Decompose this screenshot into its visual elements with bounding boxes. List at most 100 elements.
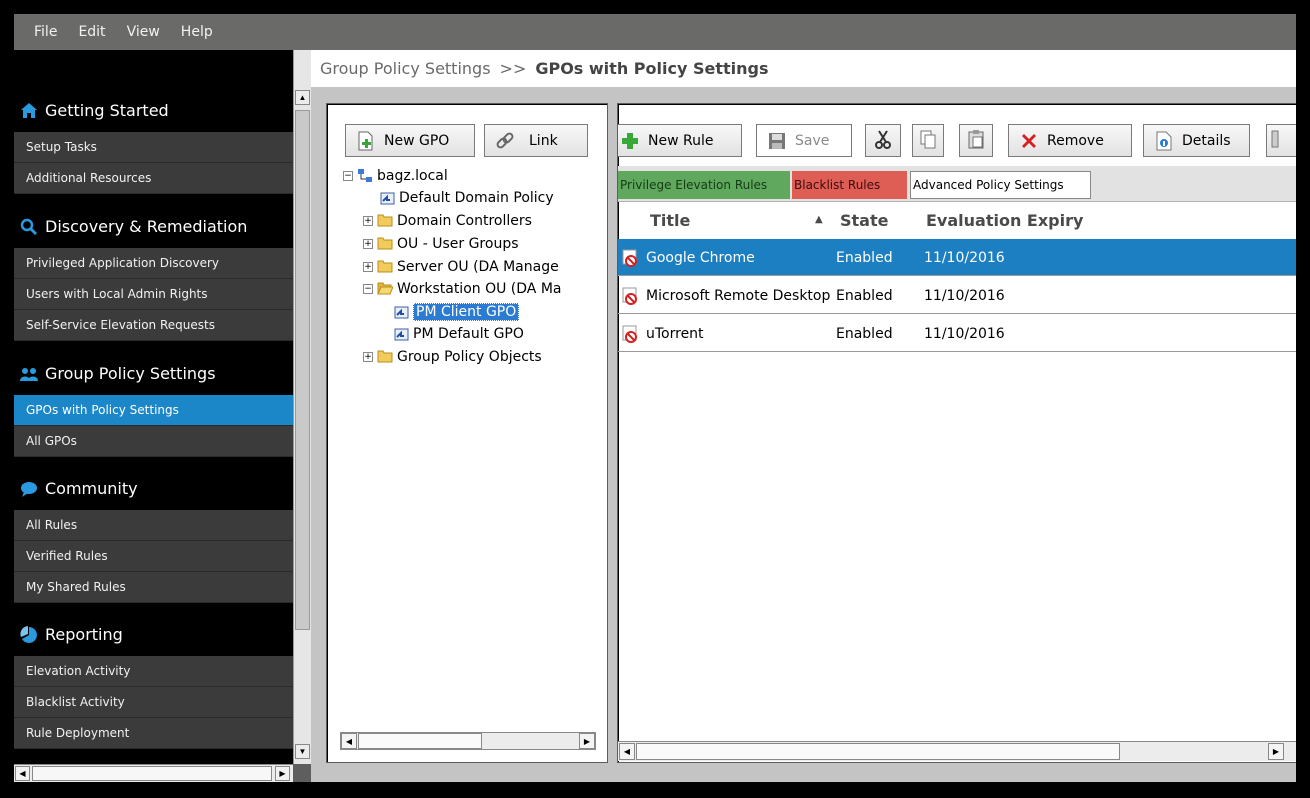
scroll-down-arrow-icon[interactable]: ▼: [295, 744, 310, 759]
sidebar-item-users-local-admin[interactable]: Users with Local Admin Rights: [14, 279, 293, 310]
collapse-icon[interactable]: −: [363, 284, 373, 294]
expand-icon[interactable]: +: [363, 352, 373, 362]
breadcrumb-parent[interactable]: Group Policy Settings: [320, 59, 491, 78]
remove-button[interactable]: Remove: [1008, 124, 1132, 157]
new-gpo-label: New GPO: [384, 132, 450, 149]
breadcrumb: Group Policy Settings >> GPOs with Polic…: [311, 50, 1296, 87]
sidebar-item-rule-deployment[interactable]: Rule Deployment: [14, 718, 293, 749]
tree-node-pm-default-gpo[interactable]: PM Default GPO: [393, 324, 524, 344]
gpo-link-icon: [393, 326, 409, 342]
tree-node-ou-user-groups[interactable]: + OU - User Groups: [363, 234, 519, 254]
tree-label: Domain Controllers: [397, 213, 532, 229]
scroll-left-arrow-icon[interactable]: ◀: [619, 743, 635, 760]
scissors-icon: [873, 129, 893, 153]
menu-help[interactable]: Help: [181, 24, 213, 40]
sidebar-item-setup-tasks[interactable]: Setup Tasks: [14, 132, 293, 163]
collapse-icon[interactable]: −: [343, 171, 353, 181]
column-header-evaluation-expiry[interactable]: Evaluation Expiry: [926, 211, 1083, 230]
toolbar-overflow-button[interactable]: [1266, 124, 1296, 157]
scrollbar-thumb[interactable]: [295, 110, 310, 630]
sidebar-item-blacklist-activity[interactable]: Blacklist Activity: [14, 687, 293, 718]
sidebar-header-label: Community: [45, 479, 138, 498]
menu-edit[interactable]: Edit: [78, 24, 105, 40]
sidebar-item-gpos-with-policy-settings[interactable]: GPOs with Policy Settings: [14, 395, 293, 426]
pie-chart-icon: [20, 625, 38, 644]
sidebar-item-verified-rules[interactable]: Verified Rules: [14, 541, 293, 572]
menu-bar: File Edit View Help: [14, 14, 1296, 50]
cell-state: Enabled: [836, 326, 893, 342]
tab-advanced-policy-settings[interactable]: Advanced Policy Settings: [910, 171, 1091, 199]
scroll-right-arrow-icon[interactable]: ▶: [579, 733, 595, 749]
copy-icon: [919, 129, 937, 153]
gpo-tree-panel: New GPO Link − bagz.local Default Domain…: [326, 103, 608, 763]
sidebar-header-label: Reporting: [45, 625, 123, 644]
plus-icon: [620, 131, 640, 151]
tree-node-server-ou[interactable]: + Server OU (DA Manage: [363, 257, 559, 277]
table-row[interactable]: Microsoft Remote Desktop Enabled 11/10/2…: [618, 277, 1296, 314]
copy-button[interactable]: [912, 124, 944, 157]
table-row[interactable]: Google Chrome Enabled 11/10/2016: [618, 239, 1296, 276]
table-row[interactable]: uTorrent Enabled 11/10/2016: [618, 315, 1296, 352]
sidebar-item-additional-resources[interactable]: Additional Resources: [14, 163, 293, 194]
gpo-tree-horizontal-scrollbar[interactable]: ◀ ▶: [340, 732, 596, 750]
sidebar-vertical-scrollbar[interactable]: ▲ ▼: [293, 50, 311, 764]
folder-icon: [377, 349, 393, 365]
open-folder-icon: [377, 281, 393, 297]
tree-label: Default Domain Policy: [399, 190, 554, 206]
sidebar-section-getting-started: Getting Started Setup Tasks Additional R…: [14, 89, 293, 194]
app-window: File Edit View Help Getting Started Setu…: [14, 14, 1296, 782]
sidebar-item-privileged-application-discovery[interactable]: Privileged Application Discovery: [14, 248, 293, 279]
tree-node-domain[interactable]: − bagz.local: [343, 166, 448, 186]
scroll-right-arrow-icon[interactable]: ▶: [1268, 743, 1284, 760]
link-button[interactable]: Link: [484, 124, 588, 157]
cut-button[interactable]: [865, 124, 901, 157]
expand-icon[interactable]: +: [363, 262, 373, 272]
tree-node-group-policy-objects[interactable]: + Group Policy Objects: [363, 347, 542, 367]
rules-table-header: Title ▲ State Evaluation Expiry: [618, 202, 1296, 239]
scroll-right-arrow-icon[interactable]: ▶: [275, 766, 290, 781]
main-content: New GPO Link − bagz.local Default Domain…: [311, 87, 1296, 782]
scrollbar-thumb[interactable]: [32, 766, 272, 781]
remove-label: Remove: [1047, 132, 1104, 149]
paste-icon: [967, 129, 985, 153]
expand-icon[interactable]: +: [363, 216, 373, 226]
tab-blacklist-rules[interactable]: Blacklist Rules: [792, 171, 907, 199]
tree-label: Server OU (DA Manage: [397, 259, 559, 275]
sidebar-horizontal-scrollbar[interactable]: ◀ ▶: [14, 764, 293, 782]
sidebar-item-all-rules[interactable]: All Rules: [14, 510, 293, 541]
tree-label: PM Client GPO: [413, 303, 520, 321]
tree-node-workstation-ou[interactable]: − Workstation OU (DA Ma: [363, 279, 561, 299]
tab-privilege-elevation-rules[interactable]: Privilege Elevation Rules: [618, 171, 790, 199]
expand-icon[interactable]: +: [363, 239, 373, 249]
menu-file[interactable]: File: [34, 24, 57, 40]
gpo-link-icon: [393, 304, 409, 320]
paste-button[interactable]: [959, 124, 993, 157]
tree-label: OU - User Groups: [397, 236, 519, 252]
tree-node-pm-client-gpo[interactable]: PM Client GPO: [393, 302, 520, 322]
tree-label: PM Default GPO: [413, 326, 524, 342]
details-button[interactable]: Details: [1143, 124, 1250, 157]
tree-node-default-domain-policy[interactable]: Default Domain Policy: [379, 188, 554, 208]
new-gpo-button[interactable]: New GPO: [345, 124, 475, 157]
save-button[interactable]: Save: [756, 124, 852, 157]
column-header-state[interactable]: State: [840, 211, 888, 230]
scroll-up-arrow-icon[interactable]: ▲: [295, 90, 310, 105]
sidebar-item-self-service-elevation[interactable]: Self-Service Elevation Requests: [14, 310, 293, 341]
sidebar-item-elevation-activity[interactable]: Elevation Activity: [14, 656, 293, 687]
rules-panel: New Rule Save Remove Details Privilege E…: [617, 103, 1296, 763]
scroll-left-arrow-icon[interactable]: ◀: [15, 766, 30, 781]
rules-horizontal-scrollbar[interactable]: ◀ ▶: [618, 741, 1296, 761]
sidebar-item-all-gpos[interactable]: All GPOs: [14, 426, 293, 457]
scrollbar-thumb[interactable]: [358, 733, 482, 749]
sidebar-item-my-shared-rules[interactable]: My Shared Rules: [14, 572, 293, 603]
scroll-left-arrow-icon[interactable]: ◀: [341, 733, 357, 749]
column-header-title[interactable]: Title: [650, 211, 690, 230]
sidebar-header-discovery: Discovery & Remediation: [14, 205, 293, 248]
cell-title: Google Chrome: [646, 250, 755, 266]
domain-icon: [357, 168, 373, 184]
tree-node-domain-controllers[interactable]: + Domain Controllers: [363, 211, 532, 231]
link-label: Link: [529, 132, 558, 149]
scrollbar-thumb[interactable]: [636, 743, 1120, 760]
menu-view[interactable]: View: [127, 24, 160, 40]
new-rule-button[interactable]: New Rule: [618, 124, 742, 157]
